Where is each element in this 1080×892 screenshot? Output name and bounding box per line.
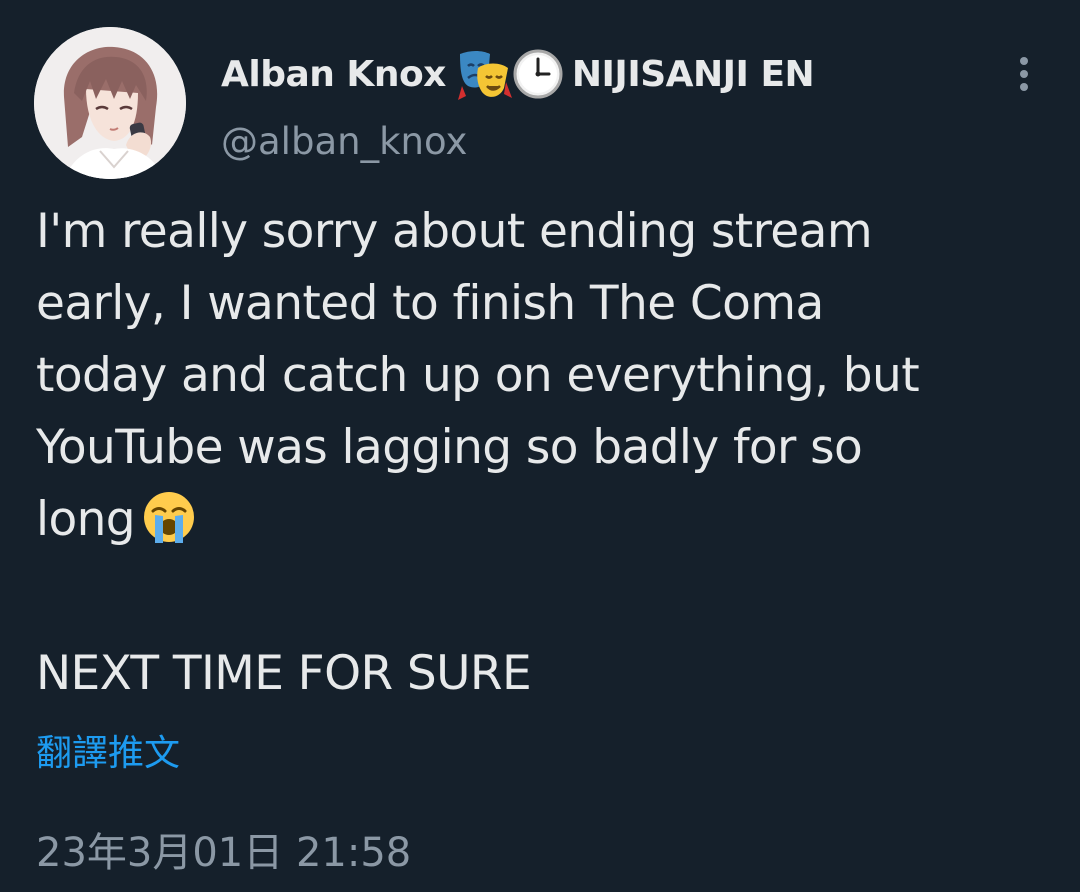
tweet-text-line: today and catch up on everything, but xyxy=(36,348,920,403)
tweet-text-line: NEXT TIME FOR SURE xyxy=(36,646,532,701)
tweet-timestamp[interactable]: 23年3月01日 21:58 xyxy=(36,820,411,878)
clock-icon xyxy=(513,49,563,99)
tweet-text-line: YouTube was lagging so badly for so xyxy=(36,420,863,475)
avatar-image xyxy=(34,27,186,179)
performing-arts-icon xyxy=(457,51,512,100)
tweet-text: I'm really sorry about ending stream ear… xyxy=(36,196,1066,710)
loudly-crying-face-icon xyxy=(141,489,197,566)
author-name-suffix: NIJISANJI EN xyxy=(571,53,815,95)
tweet-text-line: early, I wanted to finish The Coma xyxy=(36,276,824,331)
more-options-button[interactable] xyxy=(1006,52,1042,96)
tweet-text-line: I'm really sorry about ending stream xyxy=(36,204,873,259)
tweet-text-line-with-emoji: long xyxy=(36,484,1066,566)
more-options-icon xyxy=(1020,57,1028,91)
avatar[interactable] xyxy=(34,27,186,179)
name-emoji-group xyxy=(456,46,564,102)
author-name-row[interactable]: Alban Knox NIJISANJI EN xyxy=(221,44,815,104)
translate-tweet-link[interactable]: 翻譯推文 xyxy=(36,724,180,776)
author-display-name[interactable]: Alban Knox xyxy=(221,54,446,95)
tweet-text-line: long xyxy=(36,492,136,547)
author-handle[interactable]: @alban_knox xyxy=(221,120,467,163)
